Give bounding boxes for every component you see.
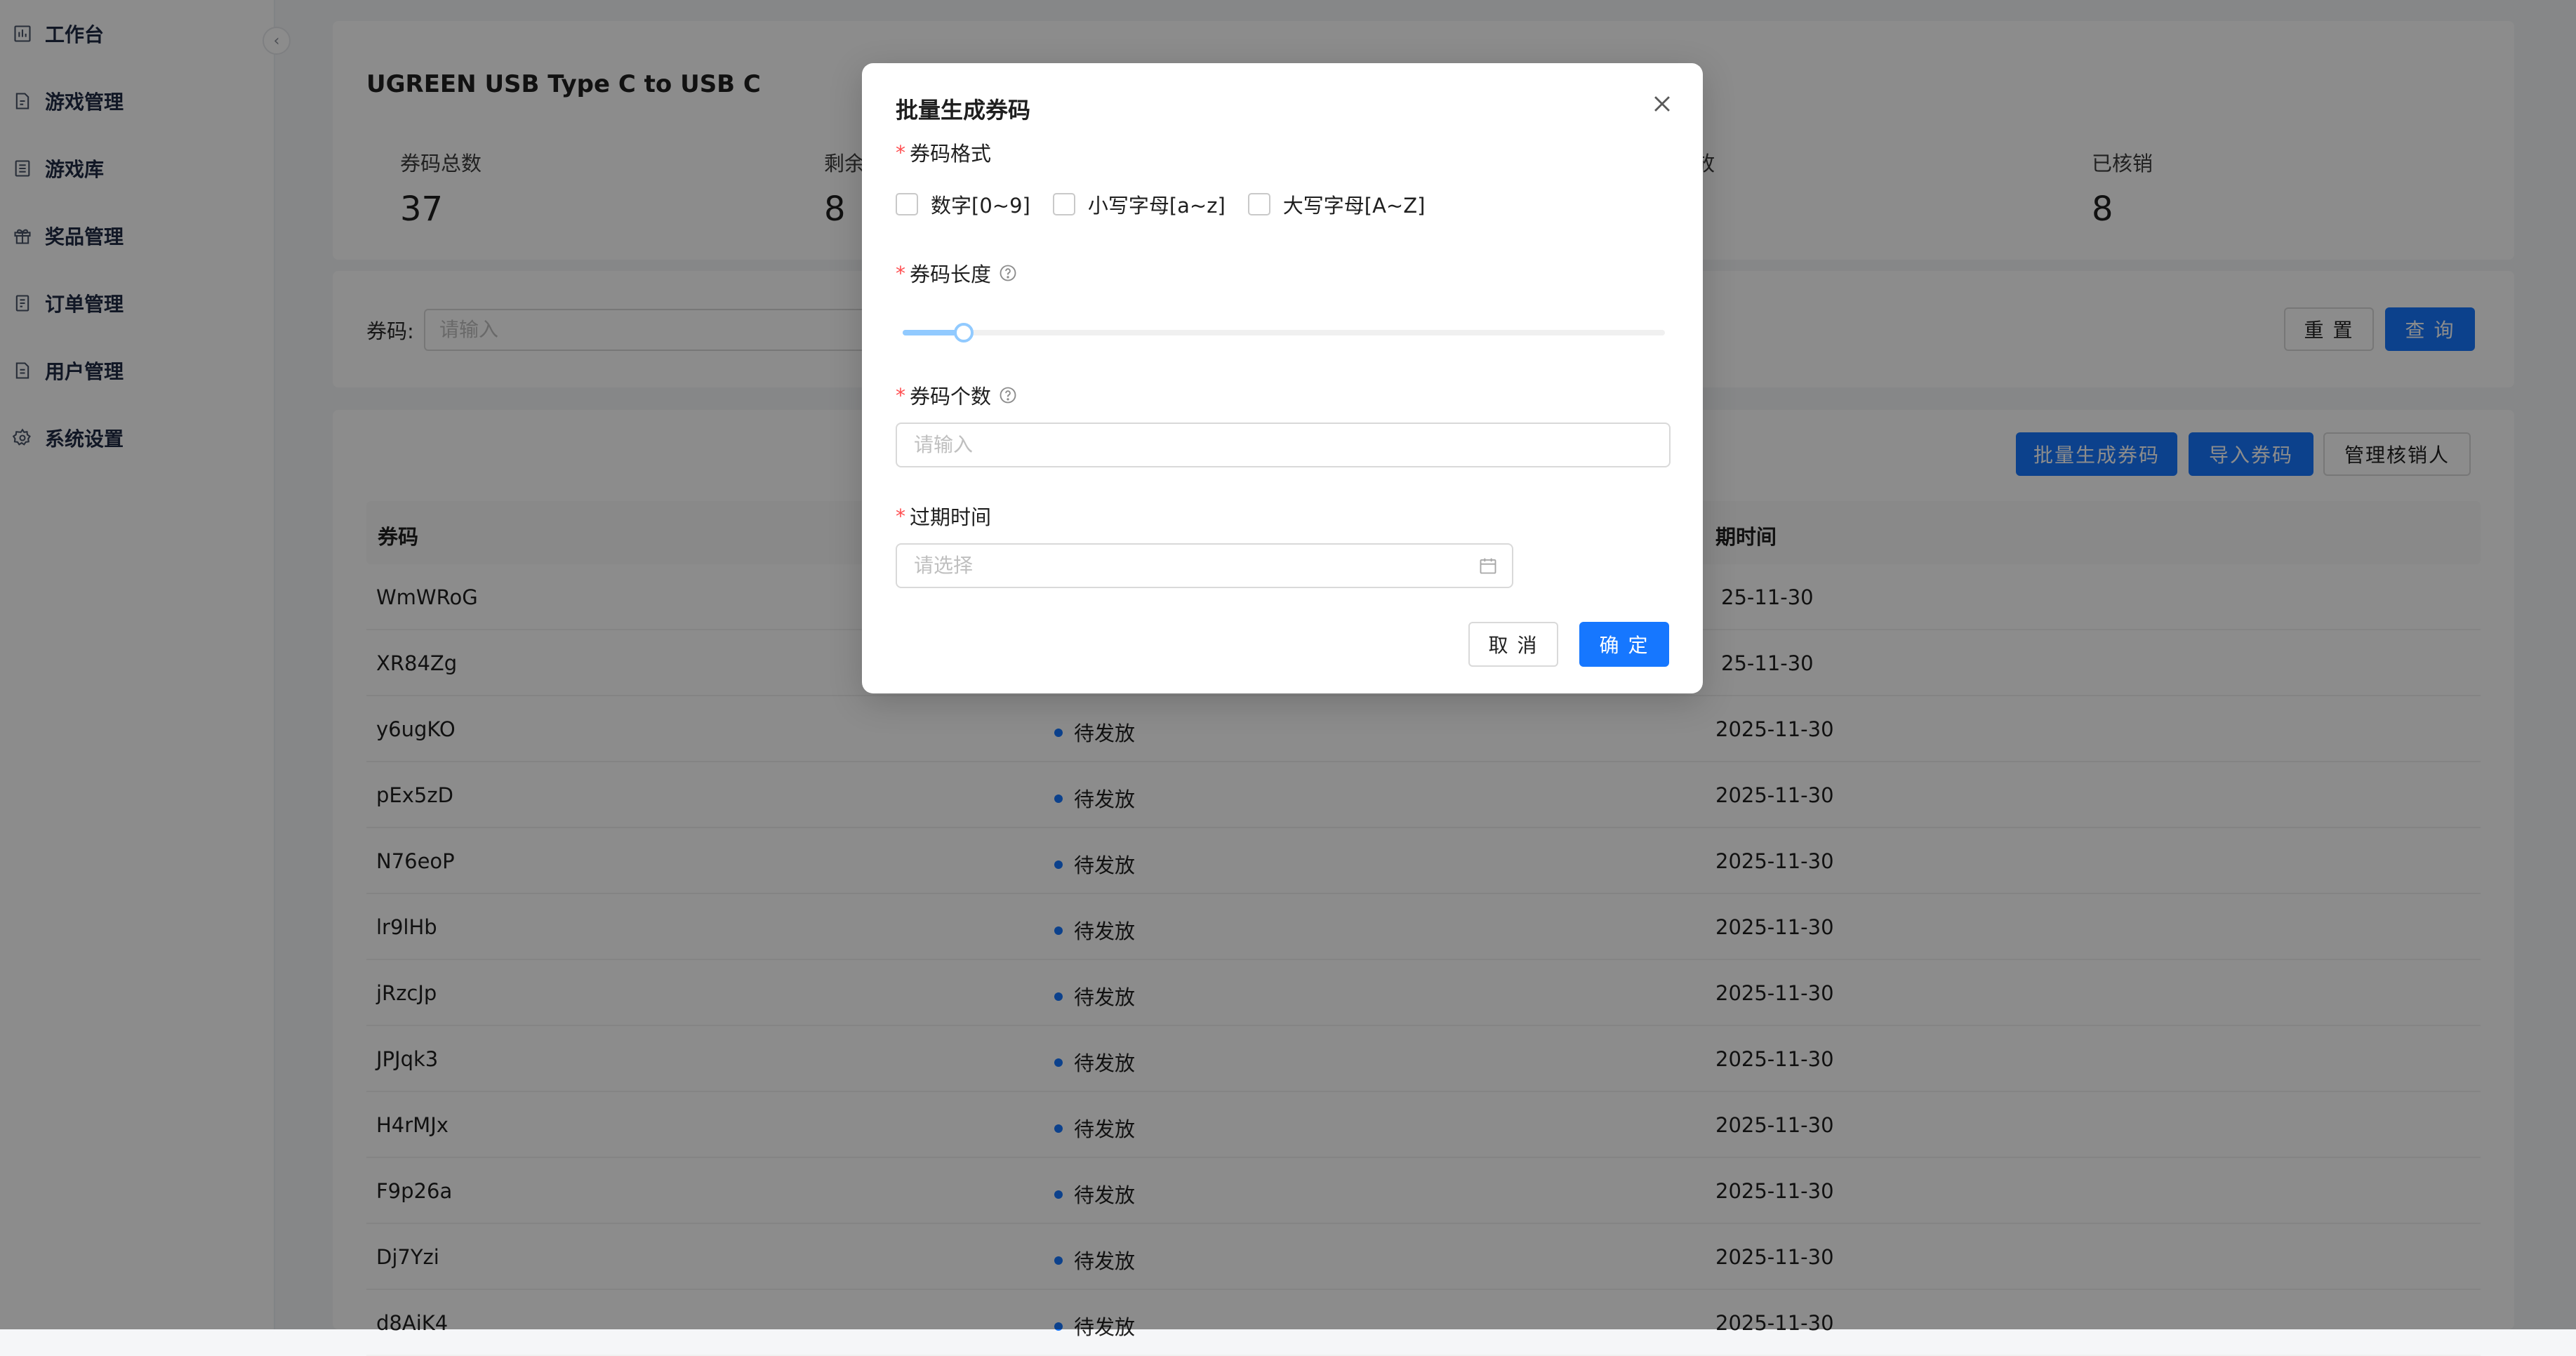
checkbox-digits[interactable]: 数字[0~9] (896, 190, 1030, 219)
checkbox-label: 小写字母[a~z] (1087, 194, 1226, 218)
required-mark: * (896, 504, 905, 528)
question-circle-icon[interactable] (998, 263, 1018, 283)
slider-handle[interactable] (953, 323, 974, 343)
count-input[interactable]: 请输入 (896, 423, 1671, 467)
format-label: * 券码格式 (896, 140, 992, 166)
length-slider[interactable] (903, 319, 1665, 347)
required-mark: * (896, 140, 905, 164)
checkbox-uppercase[interactable]: 大写字母[A~Z] (1247, 190, 1426, 219)
required-mark: * (896, 261, 905, 285)
slider-rail[interactable] (903, 330, 1665, 335)
length-label: * 券码长度 (896, 258, 1018, 288)
close-button[interactable] (1648, 90, 1676, 118)
checkbox-label: 数字[0~9] (931, 194, 1030, 218)
batch-generate-modal: 批量生成券码 * 券码格式 数字[0~9] 小写字母[a~z] 大写字母[A~Z… (862, 63, 1703, 693)
question-circle-icon[interactable] (998, 385, 1018, 405)
calendar-icon (1480, 558, 1496, 574)
checkbox-box[interactable] (1247, 193, 1270, 215)
checkbox-box[interactable] (1052, 193, 1075, 215)
close-icon (1654, 96, 1670, 112)
checkbox-lowercase[interactable]: 小写字母[a~z] (1052, 190, 1226, 219)
checkbox-box[interactable] (896, 193, 918, 215)
expire-label: * 过期时间 (896, 504, 992, 530)
required-mark: * (896, 383, 905, 407)
ok-button[interactable]: 确 定 (1579, 622, 1669, 667)
modal-title: 批量生成券码 (896, 97, 1031, 124)
cancel-button[interactable]: 取 消 (1468, 622, 1558, 667)
checkbox-label: 大写字母[A~Z] (1282, 194, 1426, 218)
format-checkbox-group: 数字[0~9] 小写字母[a~z] 大写字母[A~Z] (896, 190, 1447, 219)
date-picker-placeholder: 请选择 (914, 554, 974, 577)
count-label: * 券码个数 (896, 380, 1018, 410)
expire-date-picker[interactable]: 请选择 (896, 543, 1513, 588)
